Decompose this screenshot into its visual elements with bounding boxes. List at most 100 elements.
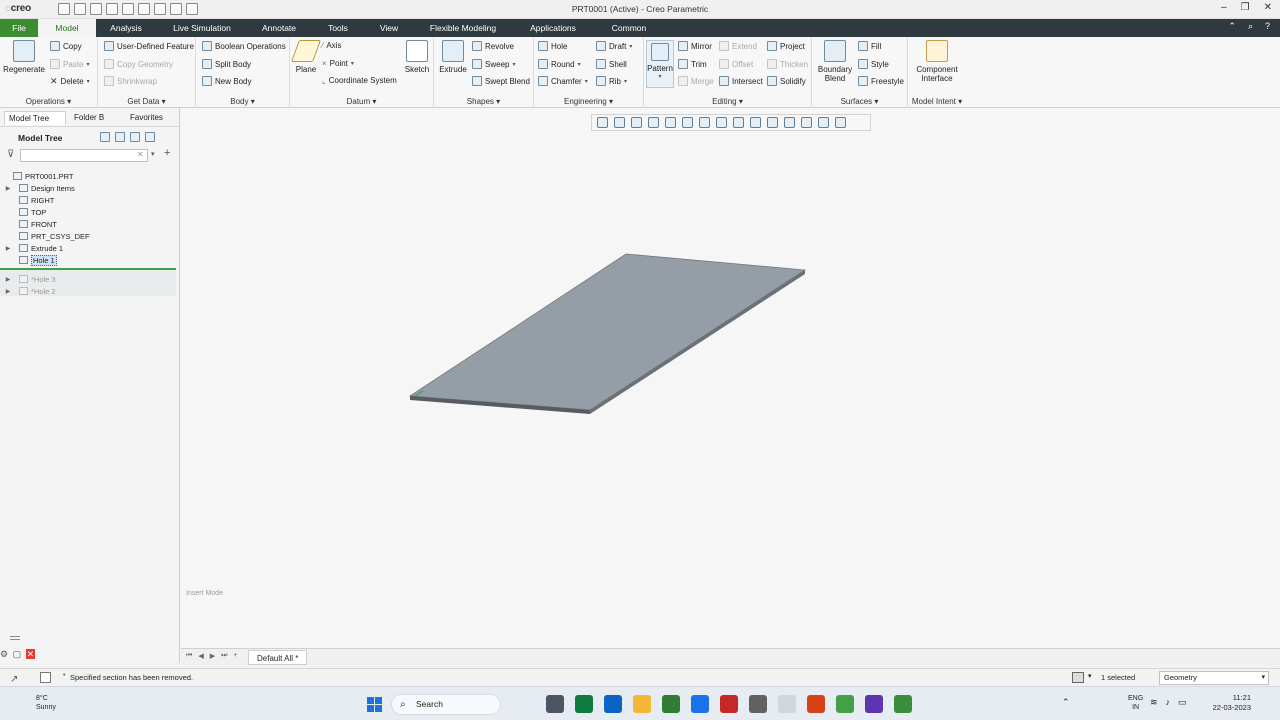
style-button[interactable]: Style bbox=[858, 59, 889, 69]
hole-button[interactable]: Hole bbox=[538, 41, 567, 51]
delete-button[interactable]: ✕ Delete ▾ bbox=[50, 76, 90, 87]
paste-button[interactable]: Paste ▾ bbox=[50, 59, 89, 69]
tab-favorites[interactable]: Favorites bbox=[126, 111, 176, 125]
draft-button[interactable]: Draft ▾ bbox=[596, 41, 632, 51]
tree-node[interactable]: PRT_CSYS_DEF bbox=[0, 230, 176, 242]
acrobat-icon[interactable] bbox=[720, 695, 738, 713]
suppressed-tree-node[interactable]: ▶ * Hole 2 bbox=[0, 285, 176, 297]
tab-file[interactable]: File bbox=[0, 19, 38, 37]
selected-count[interactable]: 1 selected bbox=[1101, 673, 1135, 682]
sketch-button[interactable]: Sketch bbox=[404, 40, 430, 74]
tree-node[interactable]: Hole 1 bbox=[0, 254, 176, 266]
add-tab-icon[interactable]: + bbox=[233, 652, 237, 660]
expand-arrow-icon[interactable]: ▶ bbox=[3, 245, 13, 252]
fill-button[interactable]: Fill bbox=[858, 41, 881, 51]
group-label[interactable]: Engineering ▾ bbox=[534, 97, 643, 106]
group-label[interactable]: Shapes ▾ bbox=[434, 97, 533, 106]
tree-node[interactable]: RIGHT bbox=[0, 194, 176, 206]
chamfer-button[interactable]: Chamfer ▾ bbox=[538, 76, 588, 86]
start-button[interactable] bbox=[367, 697, 382, 712]
group-label[interactable]: Surfaces ▾ bbox=[812, 97, 907, 106]
offset-button[interactable]: Offset bbox=[719, 59, 753, 69]
copy-geometry-button[interactable]: Copy Geometry bbox=[104, 59, 173, 69]
close-icon[interactable]: ✕ bbox=[1264, 2, 1272, 13]
app-icon[interactable] bbox=[865, 695, 883, 713]
tree-filters-icon[interactable] bbox=[100, 132, 110, 142]
coordinate-system-button[interactable]: ⌞ Coordinate System bbox=[322, 76, 397, 85]
first-tab-icon[interactable]: ⏮ bbox=[186, 652, 192, 660]
new-body-button[interactable]: New Body bbox=[202, 76, 251, 86]
tree-search-input[interactable] bbox=[20, 149, 148, 162]
group-label[interactable]: Datum ▾ bbox=[290, 97, 433, 106]
selection-dropdown-icon[interactable]: ▾ bbox=[1088, 672, 1092, 680]
chrome-icon[interactable] bbox=[836, 695, 854, 713]
revolve-button[interactable]: Revolve bbox=[472, 41, 514, 51]
plate-top-face[interactable] bbox=[408, 253, 807, 411]
language-indicator[interactable]: ENG IN bbox=[1128, 694, 1143, 712]
last-tab-icon[interactable]: ⏭ bbox=[221, 652, 227, 660]
tab-live-simulation[interactable]: Live Simulation bbox=[166, 19, 238, 37]
drag-handle-icon[interactable] bbox=[10, 636, 20, 640]
extrude-button[interactable]: Extrude bbox=[438, 40, 468, 74]
next-tab-icon[interactable]: ▶ bbox=[210, 652, 215, 660]
tab-model-tree[interactable]: Model Tree bbox=[4, 111, 66, 125]
collapse-ribbon-icon[interactable]: ⌃ bbox=[1228, 21, 1236, 32]
rib-button[interactable]: Rib ▾ bbox=[596, 76, 627, 86]
point-button[interactable]: × Point ▾ bbox=[322, 59, 354, 68]
copy-button[interactable]: Copy bbox=[50, 41, 82, 51]
pattern-button[interactable]: Pattern ▾ bbox=[646, 40, 674, 88]
tree-node[interactable]: TOP bbox=[0, 206, 176, 218]
split-body-button[interactable]: Split Body bbox=[202, 59, 251, 69]
tab-flexible-modeling[interactable]: Flexible Modeling bbox=[424, 19, 502, 37]
message-log-icon[interactable] bbox=[40, 672, 51, 683]
user-defined-feature-button[interactable]: User-Defined Feature bbox=[104, 41, 194, 51]
selection-filter-icon[interactable] bbox=[1072, 672, 1084, 683]
group-label[interactable]: Model Intent ▾ bbox=[908, 97, 966, 106]
extend-button[interactable]: Extend bbox=[719, 41, 757, 51]
graphics-area[interactable]: Insert Mode bbox=[181, 108, 1280, 648]
tab-common[interactable]: Common bbox=[606, 19, 652, 37]
powerpoint-icon[interactable] bbox=[807, 695, 825, 713]
group-label[interactable]: Operations ▾ bbox=[0, 97, 97, 106]
sweep-button[interactable]: Sweep ▾ bbox=[472, 59, 515, 69]
weather-widget[interactable]: 8°C Sunny bbox=[36, 694, 56, 712]
calculator-icon[interactable] bbox=[575, 695, 593, 713]
taskbar-search[interactable]: ⌕ Search bbox=[391, 694, 501, 715]
minimize-icon[interactable]: – bbox=[1221, 2, 1227, 13]
search-icon[interactable]: ⌕ bbox=[1248, 21, 1253, 32]
tab-tools[interactable]: Tools bbox=[320, 19, 356, 37]
round-button[interactable]: Round ▾ bbox=[538, 59, 581, 69]
tree-node[interactable]: ▶ Extrude 1 bbox=[0, 242, 176, 254]
freestyle-button[interactable]: Freestyle bbox=[858, 76, 904, 86]
clear-filter-icon[interactable]: ✕ bbox=[137, 150, 144, 159]
regenerate-button[interactable]: Regenerate bbox=[3, 40, 45, 74]
group-label[interactable]: Get Data ▾ bbox=[98, 97, 195, 106]
help-icon[interactable]: ? bbox=[1265, 21, 1270, 32]
show-icon[interactable] bbox=[130, 132, 140, 142]
meeting-settings-icon[interactable]: ⚙ bbox=[0, 649, 8, 659]
axis-button[interactable]: ⁄ Axis bbox=[322, 41, 341, 50]
merge-button[interactable]: Merge bbox=[678, 76, 714, 86]
tray-overflow-icon[interactable]: ⌃ bbox=[1062, 697, 1070, 708]
boolean-operations-button[interactable]: Boolean Operations bbox=[202, 41, 286, 51]
tab-default-all[interactable]: Default All * bbox=[248, 650, 308, 665]
project-button[interactable]: Project bbox=[767, 41, 805, 51]
group-label[interactable]: Editing ▾ bbox=[644, 97, 811, 106]
notepad-icon[interactable] bbox=[778, 695, 796, 713]
group-label[interactable]: Body ▾ bbox=[196, 97, 289, 106]
tab-view[interactable]: View bbox=[372, 19, 406, 37]
model-view[interactable] bbox=[181, 108, 1280, 648]
tab-analysis[interactable]: Analysis bbox=[104, 19, 148, 37]
meeting-expand-icon[interactable]: ▢ bbox=[13, 649, 22, 659]
clock[interactable]: 11:21 22-03-2023 bbox=[1207, 693, 1251, 713]
expand-arrow-icon[interactable]: ▶ bbox=[3, 288, 13, 295]
file-explorer-icon[interactable] bbox=[633, 695, 651, 713]
intersect-button[interactable]: Intersect bbox=[719, 76, 763, 86]
volume-icon[interactable]: ♪ bbox=[1166, 697, 1171, 708]
wifi-icon[interactable]: ≋ bbox=[1150, 697, 1158, 708]
tree-node[interactable]: PRT0001.PRT bbox=[0, 170, 176, 182]
component-interface-button[interactable]: Component Interface bbox=[910, 40, 964, 83]
task-view-icon[interactable] bbox=[546, 695, 564, 713]
battery-icon[interactable]: ▭ bbox=[1178, 697, 1187, 708]
outlook-icon[interactable] bbox=[604, 695, 622, 713]
